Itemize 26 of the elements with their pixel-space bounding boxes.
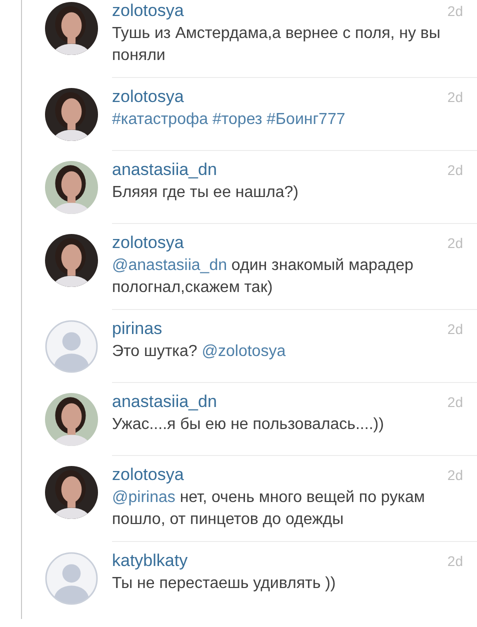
comment-time: 2d <box>447 321 463 337</box>
username-link[interactable]: zolotosya <box>112 233 184 253</box>
username-link[interactable]: zolotosya <box>112 1 184 21</box>
username-link[interactable]: anastasiia_dn <box>112 160 217 180</box>
comment-text: Это шутка? @zolotosya <box>112 342 287 362</box>
username-link[interactable]: zolotosya <box>112 87 184 107</box>
comment-text: Ты не перестаешь удивлять )) <box>112 574 337 594</box>
comment-time: 2d <box>447 3 463 19</box>
comment-time: 2d <box>447 553 463 569</box>
comment-text: #катастрофа #торез #Боинг777 <box>112 110 346 130</box>
comment-time: 2d <box>447 394 463 410</box>
username-link[interactable]: katyblkaty <box>112 551 188 571</box>
comment-text: Бляяя где ты ее нашла?) <box>112 183 300 203</box>
comment-time: 2d <box>447 162 463 178</box>
username-link[interactable]: pirinas <box>112 319 162 339</box>
comment-text: @anastasiia_dn один знакомый марадер пологнал,скажем так) <box>112 256 414 298</box>
avatar-placeholder-icon <box>45 320 98 373</box>
username-link[interactable]: zolotosya <box>112 465 184 485</box>
comment-time: 2d <box>447 89 463 105</box>
comment-time: 2d <box>447 235 463 251</box>
username-link[interactable]: anastasiia_dn <box>112 392 217 412</box>
avatar-placeholder-icon <box>45 552 98 605</box>
comment-time: 2d <box>447 467 463 483</box>
comment-text: @pirinas нет, очень много вещей по рукам пошло, от пинцетов до одежды <box>112 488 426 530</box>
comment-text: Ужас....я бы ею не пользовалась....)) <box>112 415 385 435</box>
comment-text: Тушь из Амстердама,а вернее с поля, ну вы поняли <box>112 24 442 66</box>
